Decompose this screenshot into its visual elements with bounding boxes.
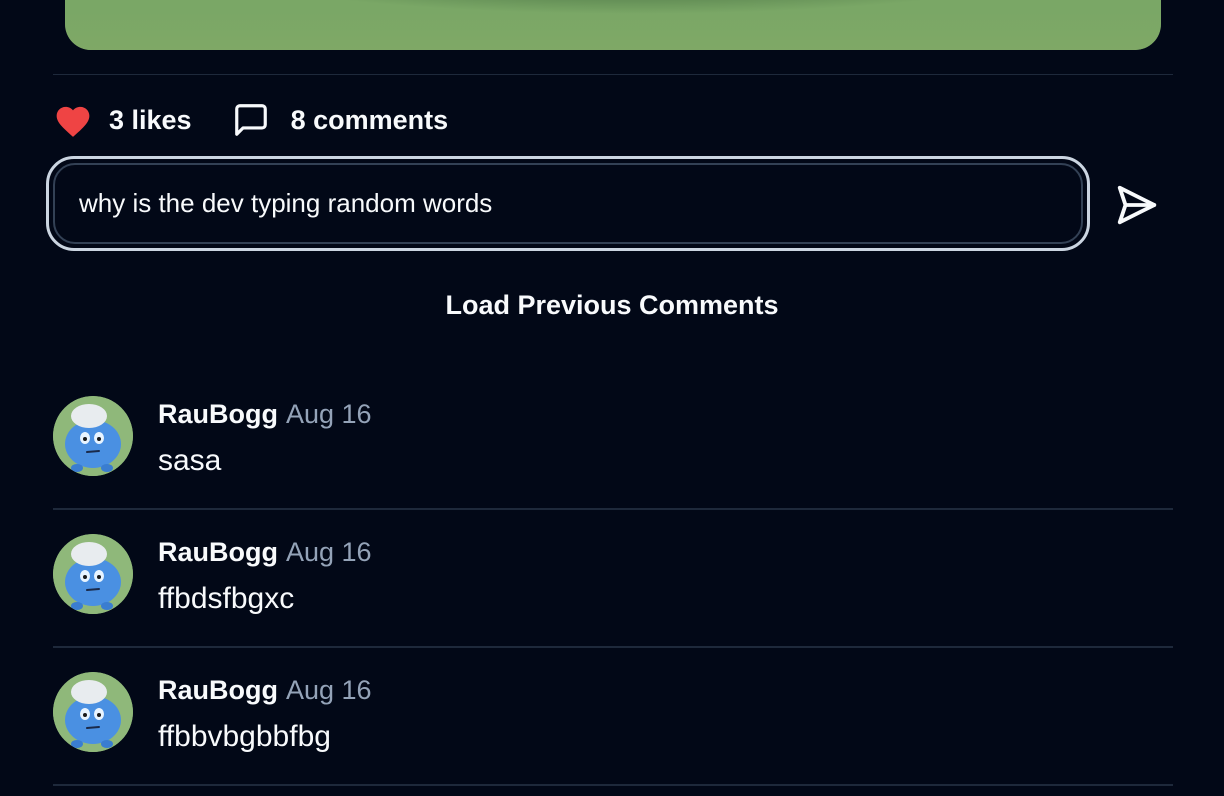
avatar[interactable] — [53, 672, 133, 752]
comment-meta: RauBogg Aug 16 — [158, 675, 372, 706]
comment-item: RauBogg Aug 16 ffbdsfbgxc — [53, 510, 1173, 648]
avatar[interactable] — [53, 534, 133, 614]
comment-author[interactable]: RauBogg — [158, 537, 278, 567]
post-actions: 3 likes 8 comments — [53, 100, 448, 140]
comment-meta: RauBogg Aug 16 — [158, 537, 372, 568]
comment-text: ffbdsfbgxc — [158, 582, 295, 615]
divider — [53, 74, 1173, 75]
comment-author[interactable]: RauBogg — [158, 399, 278, 429]
comment-text: ffbbvbgbbfbg — [158, 720, 331, 753]
comment-date: Aug 16 — [285, 537, 372, 567]
comments-count: 8 comments — [290, 104, 449, 135]
heart-icon[interactable] — [53, 100, 95, 140]
message-square-icon[interactable] — [232, 100, 274, 140]
post-page: 3 likes 8 comments Load Previous Comment… — [0, 0, 1224, 796]
comment-input[interactable] — [53, 163, 1083, 244]
like-button[interactable]: 3 likes — [53, 100, 192, 140]
comment-form — [46, 156, 1090, 251]
likes-count: 3 likes — [109, 104, 192, 135]
avatar[interactable] — [53, 396, 133, 476]
send-icon — [1117, 185, 1157, 225]
send-button[interactable] — [1112, 180, 1162, 230]
comment-date: Aug 16 — [285, 675, 372, 705]
post-image[interactable] — [65, 0, 1161, 50]
comment-item: RauBogg Aug 16 sasa — [53, 372, 1173, 510]
comment-date: Aug 16 — [285, 399, 372, 429]
comment-item: RauBogg Aug 16 ffbbvbgbbfbg — [53, 648, 1173, 786]
comments-button[interactable]: 8 comments — [232, 100, 449, 140]
comment-author[interactable]: RauBogg — [158, 675, 278, 705]
load-previous-comments-button[interactable]: Load Previous Comments — [0, 290, 1224, 321]
comment-text: sasa — [158, 444, 222, 477]
comments-list: RauBogg Aug 16 sasa RauBogg Aug 16 ffbds… — [53, 372, 1173, 786]
comment-meta: RauBogg Aug 16 — [158, 399, 372, 430]
